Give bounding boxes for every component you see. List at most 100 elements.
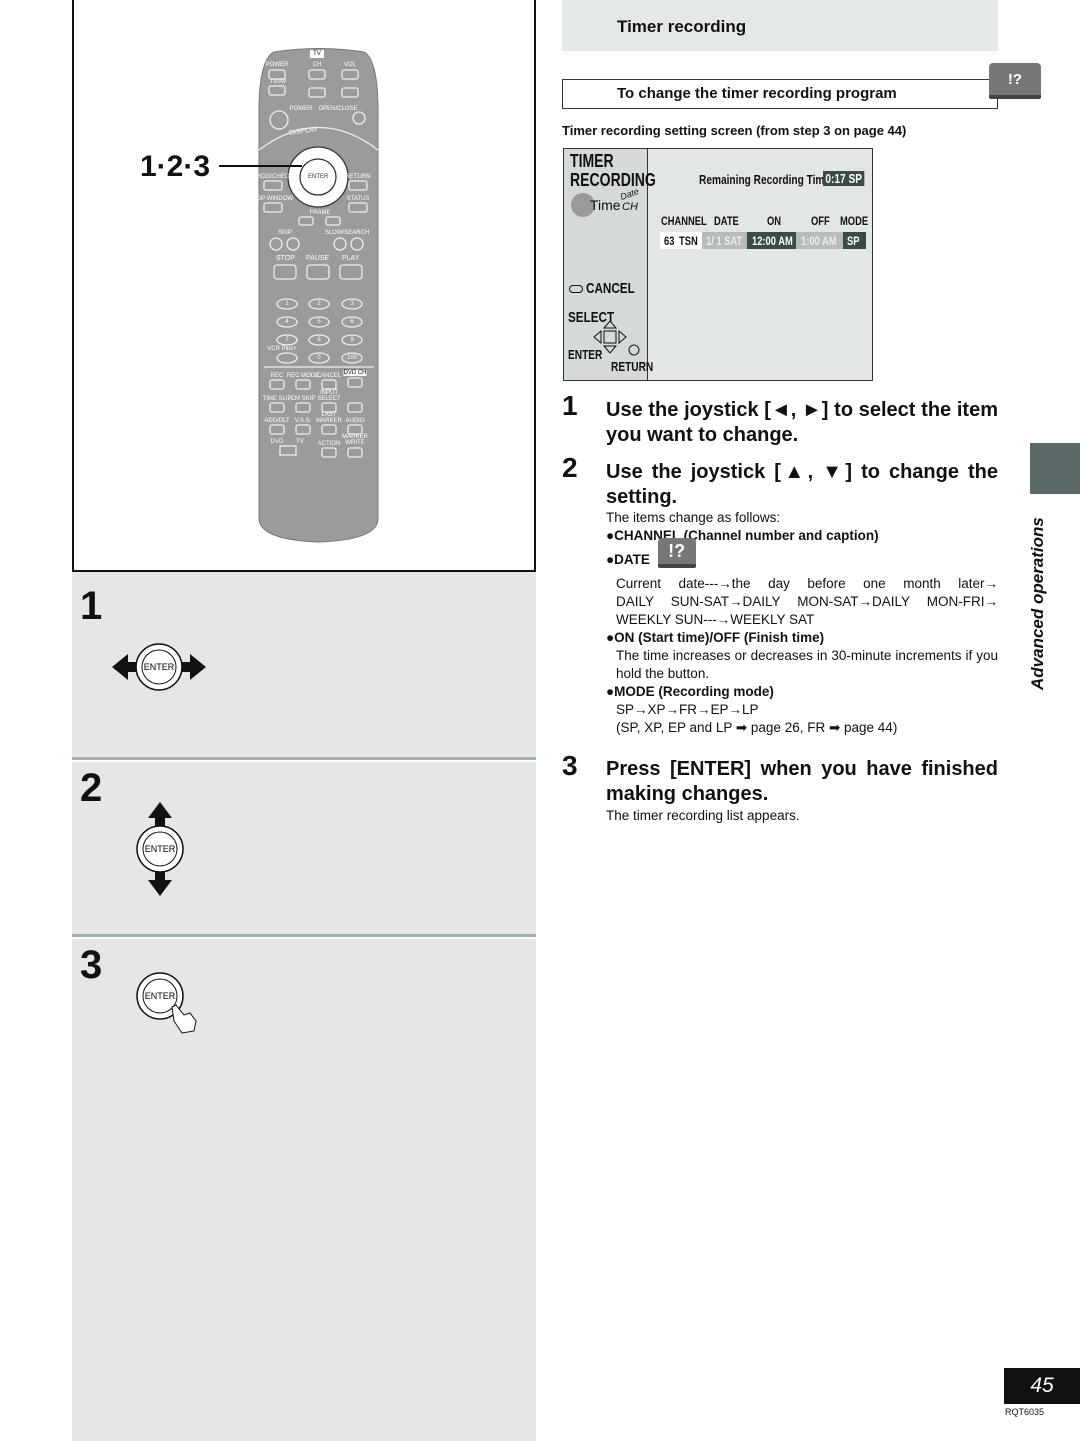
remote-power2-label: POWER xyxy=(289,106,313,112)
joystick-up-down-icon: ENTER xyxy=(136,802,184,896)
subsection-title: To change the timer recording program xyxy=(617,85,897,102)
remote-return-label: RETURN xyxy=(345,174,371,180)
remote-number-100: 100 xyxy=(346,355,358,361)
remote-dvd-label: DVD xyxy=(270,439,284,445)
timer-recording-screen: TIMER RECORDING Time Date CH CANCEL SELE… xyxy=(563,148,873,381)
remote-number-0: 0 xyxy=(317,355,321,361)
column-off: OFF xyxy=(811,214,830,228)
press-enter-icon: ENTER xyxy=(136,972,197,1034)
date-sequence-text: DAILY SUN-SAT→DAILY MON-SAT→DAILY MON-FR… xyxy=(616,594,998,609)
step-number: 1 xyxy=(80,584,103,628)
remote-number-6: 6 xyxy=(350,319,354,325)
remote-marker-write-label: MARKER WRITE xyxy=(342,434,368,446)
remote-stop-label: STOP xyxy=(276,255,295,262)
remote-number-5: 5 xyxy=(317,319,321,325)
screen-title: TIMER xyxy=(570,151,614,171)
remote-number-2: 2 xyxy=(317,301,321,307)
svg-text:ENTER: ENTER xyxy=(144,662,175,672)
remote-prog-check-label: PROG/CHECK xyxy=(252,174,294,180)
mode-reference-text: (SP, XP, EP and LP ➡ page 26, FR ➡ page … xyxy=(616,720,898,735)
tips-book-icon: !? xyxy=(657,538,696,569)
step-3-body: The timer recording list appears. xyxy=(606,808,800,823)
remote-vss-label: V.S.S. xyxy=(294,418,312,424)
step-number: 3 xyxy=(562,750,578,781)
remote-frame-label: FRAME xyxy=(309,210,331,216)
onoff-item: ●ON (Start time)/OFF (Finish time) xyxy=(606,630,825,645)
remote-play-label: PLAY xyxy=(342,255,360,262)
divider xyxy=(72,934,536,937)
date-sequence-text: WEEKLY SUN---→WEEKLY SAT xyxy=(616,612,815,627)
remote-add-dlt-label: ADD/DLT xyxy=(264,418,290,424)
remote-number-8: 8 xyxy=(317,337,321,343)
mode-sequence-text: SP→XP→FR→EP→LP xyxy=(616,702,759,717)
remote-number-4: 4 xyxy=(285,319,289,325)
onoff-text: The time increases or decreases in 30-mi… xyxy=(616,648,998,681)
remote-pause-label: PAUSE xyxy=(306,255,330,262)
channel-cell[interactable]: 63 TSN xyxy=(660,232,702,249)
remote-number-3: 3 xyxy=(350,301,354,307)
date-item: ●DATE xyxy=(606,552,650,567)
remote-openclose-label: OPEN/CLOSE xyxy=(318,106,358,112)
off-time-cell[interactable]: 1:00 AM xyxy=(796,232,843,249)
step-1-panel: 1 ENTER xyxy=(72,572,536,757)
remote-rec-mode-label: REC MODE xyxy=(286,373,320,379)
remote-illustration-box: 1·2·3 ENTER DISPLAY STOP PAUSE PLAY TV P… xyxy=(72,0,536,572)
remote-number-7: 7 xyxy=(285,337,289,343)
step-2-heading: Use the joystick [▲, ▼] to change the se… xyxy=(606,461,998,508)
column-mode: MODE xyxy=(840,214,869,228)
remote-action-label: ACTION xyxy=(317,441,341,447)
page-number: 45 xyxy=(1004,1368,1080,1404)
screen-caption: Timer recording setting screen (from ste… xyxy=(562,123,907,138)
return-label: RETURN xyxy=(611,359,654,374)
remaining-time-label: Remaining Recording Time xyxy=(699,172,831,187)
step-number: 2 xyxy=(562,452,578,483)
section-tab xyxy=(1030,443,1080,494)
step-2-panel: 2 ENTER xyxy=(72,762,536,934)
remote-status-label: STATUS xyxy=(346,196,370,202)
remote-slow-search-label: SLOW/SEARCH xyxy=(324,230,370,236)
section-title: Timer recording xyxy=(617,17,747,36)
step-2-body: The items change as follows: ●CHANNEL (C… xyxy=(606,509,998,737)
cancel-button-icon xyxy=(569,285,583,293)
step-3-heading: Press [ENTER] when you have finished mak… xyxy=(606,758,998,805)
remote-tv-label: TV xyxy=(313,51,321,57)
date-sequence-text: Current date---→the day before one month… xyxy=(616,576,998,591)
step-3-panel: 3 ENTER xyxy=(72,939,536,1441)
date-cell[interactable]: 1/ 1 SAT xyxy=(702,232,747,249)
column-on: ON xyxy=(767,214,782,228)
section-side-label: Advanced operations xyxy=(1028,517,1047,690)
subsection-header: To change the timer recording program !? xyxy=(562,63,1041,109)
remote-time-slip-label: TIME SLIP xyxy=(262,396,292,402)
remote-last-marker-label: LAST MARKER xyxy=(316,412,342,424)
screen-title: RECORDING xyxy=(570,170,656,190)
screen-sidebar: TIMER RECORDING Time Date CH CANCEL SELE… xyxy=(564,149,656,380)
step-1-heading: Use the joystick [◄, ►] to select the it… xyxy=(606,399,998,446)
joystick-left-right-icon: ENTER xyxy=(112,643,206,691)
svg-text:ENTER: ENTER xyxy=(145,991,176,1001)
mode-cell[interactable]: SP xyxy=(843,232,866,249)
on-time-cell[interactable]: 12:00 AM xyxy=(747,232,796,249)
remote-cm-skip-label: CM SKIP xyxy=(290,396,316,402)
remote-enter-label: ENTER xyxy=(308,174,329,180)
enter-label: ENTER xyxy=(568,347,603,362)
remaining-time-value: 0:17 SP xyxy=(823,171,865,186)
step-number: 1 xyxy=(562,390,578,421)
time-label: Time xyxy=(590,197,621,213)
ch-label: CH xyxy=(622,201,638,213)
remote-vcrplus-label: VCR Plus+ xyxy=(267,346,297,352)
document-code: RQT6035 xyxy=(1005,1407,1045,1417)
remote-input-select-label: INPUT SELECT xyxy=(317,390,341,402)
remote-tv2-label: TV xyxy=(296,439,304,445)
remote-vol-label: VOL xyxy=(343,62,357,68)
cancel-label: CANCEL xyxy=(586,280,635,297)
remote-audio-label: AUDIO xyxy=(345,418,365,424)
remote-skip-label: SKIP xyxy=(278,230,292,236)
remote-rec-label: REC xyxy=(270,373,284,379)
step-number: 3 xyxy=(80,943,103,987)
svg-text:ENTER: ENTER xyxy=(145,844,176,854)
step-number: 2 xyxy=(80,766,103,810)
remote-control-illustration xyxy=(219,48,379,543)
intro-text: The items change as follows: xyxy=(606,510,781,525)
remote-number-1: 1 xyxy=(285,301,289,307)
column-channel: CHANNEL xyxy=(661,214,707,228)
